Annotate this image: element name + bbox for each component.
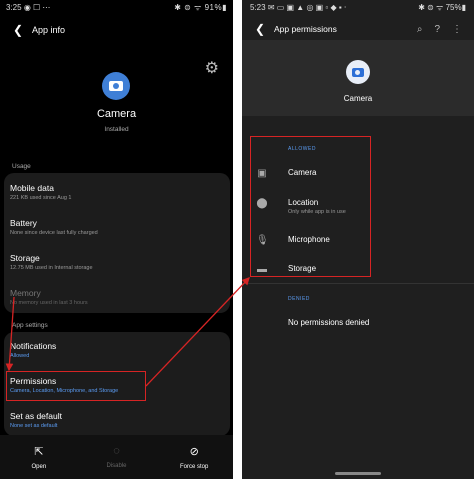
force-stop-icon: ⊘: [189, 445, 199, 458]
usage-memory[interactable]: Memory No memory used in last 3 hours: [10, 288, 88, 306]
notification-icons: ✉ ▭ ▣ ▲ ◎ ▣ ▫ ◆ ▪ ⋅: [267, 2, 347, 12]
row-title: Mobile data: [10, 183, 54, 193]
app-name: Camera: [96, 108, 137, 120]
screenshot-root: 3:25 ◉ ☐ ⋯ ✱ ⊜ ᯤ 91%▮ ❮ App info ⚙ Camer…: [0, 0, 474, 479]
row-subtitle: 12.75 MB used in Internal storage: [10, 265, 93, 271]
settings-notifications[interactable]: Notifications Allowed: [10, 341, 56, 359]
back-arrow-icon[interactable]: ❮: [250, 22, 270, 36]
app-info-screen: 3:25 ◉ ☐ ⋯ ✱ ⊜ ᯤ 91%▮ ❮ App info ⚙ Camer…: [0, 0, 233, 479]
status-time: 3:25: [6, 2, 22, 12]
row-title: Storage: [10, 253, 40, 263]
app-bar: ❮ App permissions ⌕ ? ⋮: [242, 18, 474, 40]
page-title: App permissions: [274, 24, 337, 34]
open-external-icon: ⇱: [34, 445, 44, 458]
status-bar: 5:23 ✉ ▭ ▣ ▲ ◎ ▣ ▫ ◆ ▪ ⋅ ✱ ⊜ ᯤ 75%▮: [242, 0, 474, 14]
camera-app-icon: [346, 60, 370, 84]
open-button[interactable]: ⇱ Open: [0, 435, 78, 479]
app-settings-section-label: App settings: [12, 322, 48, 329]
app-name: Camera: [343, 94, 373, 103]
page-title: App info: [32, 25, 66, 35]
row-subtitle: None since device last fully charged: [10, 230, 98, 236]
more-options-icon[interactable]: ⋮: [452, 24, 462, 35]
usage-battery[interactable]: Battery None since device last fully cha…: [10, 218, 98, 236]
help-icon[interactable]: ?: [434, 24, 440, 35]
disable-icon: ◌: [113, 445, 120, 457]
row-subtitle: 221 KB used since Aug 1: [10, 195, 72, 201]
row-title: Memory: [10, 288, 41, 298]
force-stop-label: Force stop: [180, 463, 209, 470]
row-title: Notifications: [10, 341, 57, 351]
status-time: 5:23: [250, 2, 266, 12]
status-right: ✱ ⊜ ᯤ 91%▮: [174, 2, 227, 12]
disable-label: Disable: [106, 463, 127, 469]
force-stop-button[interactable]: ⊘ Force stop: [155, 435, 233, 479]
gear-icon[interactable]: ⚙: [205, 58, 219, 78]
bottom-action-bar: ⇱ Open ◌ Disable ⊘ Force stop: [0, 435, 233, 479]
camera-app-icon: [102, 72, 130, 100]
allowed-permissions-highlight-box: [250, 136, 371, 277]
row-subtitle: None set as default: [10, 423, 58, 429]
row-subtitle: Allowed: [10, 353, 30, 359]
search-icon[interactable]: ⌕: [417, 24, 423, 35]
row-title: Set as default: [10, 411, 62, 421]
app-bar: ❮ App info: [0, 20, 233, 40]
usage-section-label: Usage: [12, 163, 31, 170]
settings-set-as-default[interactable]: Set as default None set as default: [10, 411, 62, 429]
usage-storage[interactable]: Storage 12.75 MB used in Internal storag…: [10, 253, 93, 271]
row-title: Battery: [10, 218, 37, 228]
disable-button[interactable]: ◌ Disable: [78, 435, 156, 479]
usage-mobile-data[interactable]: Mobile data 221 KB used since Aug 1: [10, 183, 71, 201]
no-permissions-denied-text: No permissions denied: [288, 318, 370, 327]
permissions-highlight-box: [6, 371, 146, 401]
status-bar: 3:25 ◉ ☐ ⋯ ✱ ⊜ ᯤ 91%▮: [0, 0, 233, 14]
section-divider: [242, 283, 474, 284]
open-label: Open: [31, 463, 47, 470]
app-install-status: Installed: [104, 126, 129, 133]
gesture-bar[interactable]: [335, 472, 381, 475]
row-subtitle: No memory used in last 3 hours: [10, 300, 88, 306]
denied-section-label: DENIED: [288, 296, 310, 302]
notification-icons: ◉ ☐ ⋯: [23, 2, 51, 12]
back-arrow-icon[interactable]: ❮: [8, 23, 28, 37]
status-right: ✱ ⊜ ᯤ 75%▮: [418, 2, 466, 12]
